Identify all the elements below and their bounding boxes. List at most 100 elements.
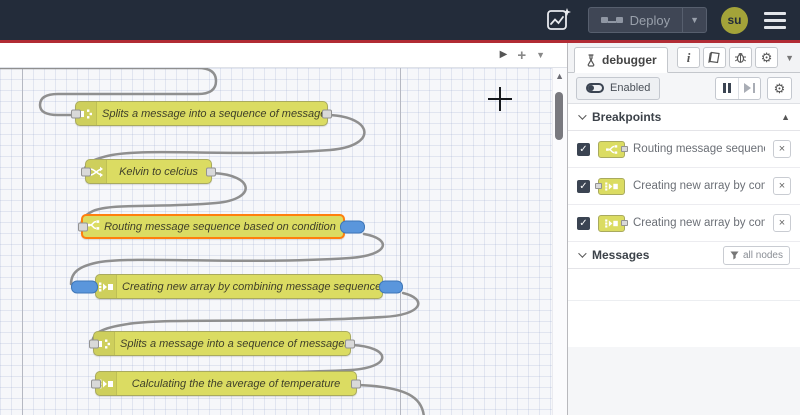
scroll-up-arrow-icon[interactable]: ▲	[555, 72, 564, 81]
pause-button[interactable]	[716, 78, 738, 99]
gear-icon: ⚙	[773, 80, 786, 96]
deploy-label: Deploy	[629, 12, 671, 28]
breakpoint-label: Creating new array by combining message …	[633, 180, 765, 192]
main-menu-button[interactable]	[762, 10, 788, 31]
crosshair-cursor	[488, 87, 512, 111]
flow-node-join-1[interactable]: Creating new array by combining message …	[71, 274, 403, 299]
config-tab-button[interactable]: ⚙	[755, 47, 779, 68]
switch-icon	[87, 218, 100, 236]
hamburger-menu-icon	[764, 11, 786, 15]
main-area: ▶ + ▼ Splits a message into a sequence o…	[0, 43, 800, 415]
sidebar-tab-buttons: i ⚙ ▼	[677, 47, 794, 68]
debug-tab-button[interactable]	[729, 47, 753, 68]
node-label: Calculating the the average of temperatu…	[131, 377, 341, 390]
input-port[interactable]	[89, 339, 99, 348]
deploy-nodes-icon	[600, 17, 623, 23]
breakpoint-row[interactable]: ✓ Creating new array by combining messag…	[568, 205, 800, 242]
input-port[interactable]	[71, 109, 81, 118]
tab-debugger-label: debugger	[602, 53, 657, 67]
canvas-scrollbar-track[interactable]: ▲	[552, 68, 567, 415]
debug-sidebar: debugger i ⚙ ▼ Enabled ⚙ Breakpoints ▲ ✓…	[568, 43, 800, 415]
remove-breakpoint-button[interactable]: ×	[773, 177, 791, 195]
output-breakpoint-marker[interactable]	[340, 220, 365, 233]
mini-join-node-icon	[598, 214, 628, 232]
breakpoint-checkbox[interactable]: ✓	[577, 179, 590, 193]
output-port[interactable]	[206, 167, 216, 176]
deploy-options-button[interactable]: ▼	[683, 8, 706, 32]
enabled-label: Enabled	[610, 82, 651, 94]
bug-icon	[734, 51, 747, 64]
chevron-down-icon	[578, 249, 587, 258]
input-port[interactable]	[78, 222, 88, 231]
deploy-main[interactable]: Deploy	[589, 8, 682, 32]
user-avatar[interactable]: su	[721, 6, 748, 34]
canvas-column: ▶ + ▼ Splits a message into a sequence o…	[0, 43, 567, 415]
remove-breakpoint-button[interactable]: ×	[773, 140, 791, 158]
help-tab-button[interactable]	[703, 47, 727, 68]
flow-workspace[interactable]: Splits a message into a sequence of mess…	[0, 68, 567, 415]
messages-title: Messages	[592, 248, 650, 262]
output-port[interactable]	[345, 339, 355, 348]
messages-empty-area	[568, 347, 800, 415]
info-tab-button[interactable]: i	[677, 47, 701, 68]
flow-node-split-1[interactable]: Splits a message into a sequence of mess…	[71, 101, 332, 126]
breakpoints-title: Breakpoints	[592, 110, 662, 124]
flow-node-split-2[interactable]: Splits a message into a sequence of mess…	[89, 331, 355, 356]
mini-join-node-icon	[595, 177, 625, 195]
flask-icon	[585, 54, 597, 67]
input-port[interactable]	[81, 167, 91, 176]
pause-icon	[723, 83, 726, 93]
node-label: Splits a message into a sequence of mess…	[102, 107, 327, 120]
node-label: Routing message sequence based on condit…	[104, 220, 336, 233]
chevron-down-icon	[578, 111, 587, 120]
gear-icon: ⚙	[760, 50, 773, 65]
output-breakpoint-marker[interactable]	[379, 280, 403, 293]
filter-label: all nodes	[742, 249, 783, 261]
add-flow-button[interactable]: +	[517, 48, 526, 63]
app-header: Deploy ▼ su	[0, 0, 800, 40]
flow-node-change[interactable]: Kelvin to celcius	[81, 159, 216, 184]
flow-tab-strip: ▶ + ▼	[0, 43, 567, 68]
toggle-icon	[586, 83, 604, 93]
funnel-icon	[730, 251, 739, 260]
scroll-tabs-right-button[interactable]: ▶	[500, 50, 508, 60]
flow-node-join-2[interactable]: Calculating the the average of temperatu…	[91, 371, 361, 396]
flow-export-assistant-icon	[546, 7, 572, 33]
deploy-button[interactable]: Deploy ▼	[587, 7, 707, 33]
node-label: Creating new array by combining message …	[122, 280, 382, 293]
step-button[interactable]	[738, 77, 760, 99]
output-port[interactable]	[351, 379, 361, 388]
output-port[interactable]	[322, 109, 332, 118]
mini-port-icon	[621, 146, 628, 152]
tab-debugger[interactable]: debugger	[574, 47, 668, 73]
book-icon	[708, 51, 721, 64]
flow-list-button[interactable]: ▼	[536, 50, 545, 60]
export-assistant-button[interactable]	[544, 7, 574, 33]
input-port[interactable]	[91, 379, 101, 388]
breakpoints-section-header[interactable]: Breakpoints ▲	[568, 104, 800, 131]
flow-node-switch[interactable]: Routing message sequence based on condit…	[78, 214, 365, 239]
debugger-enabled-toggle[interactable]: Enabled	[576, 76, 661, 100]
breakpoint-checkbox[interactable]: ✓	[577, 216, 590, 230]
sidebar-tab-bar: debugger i ⚙ ▼	[568, 43, 800, 73]
breakpoint-checkbox[interactable]: ✓	[577, 142, 590, 156]
remove-breakpoint-button[interactable]: ×	[773, 214, 791, 232]
messages-empty-row	[568, 269, 800, 301]
debugger-settings-button[interactable]: ⚙	[767, 76, 792, 100]
join-icon	[96, 275, 117, 298]
node-label: Splits a message into a sequence of mess…	[120, 337, 350, 350]
breakpoint-row[interactable]: ✓ Routing message sequence based on cond…	[568, 131, 800, 168]
breakpoint-row[interactable]: ✓ Creating new array by combining messag…	[568, 168, 800, 205]
list-scroll-up-icon[interactable]: ▲	[781, 112, 790, 122]
node-red-app: Deploy ▼ su ▶ + ▼ Splits a message into …	[0, 0, 800, 415]
messages-section-header[interactable]: Messages all nodes	[568, 242, 800, 269]
debugger-toolbar: Enabled ⚙	[568, 73, 800, 104]
step-forward-icon	[744, 83, 751, 93]
breakpoint-label: Creating new array by combining message …	[633, 217, 765, 229]
mini-port-icon	[595, 183, 602, 189]
pause-step-group	[715, 76, 761, 100]
more-tabs-button[interactable]: ▼	[785, 53, 794, 63]
message-filter-button[interactable]: all nodes	[722, 245, 790, 265]
canvas-scrollbar-thumb[interactable]	[555, 92, 563, 140]
input-breakpoint-marker[interactable]	[71, 280, 98, 293]
